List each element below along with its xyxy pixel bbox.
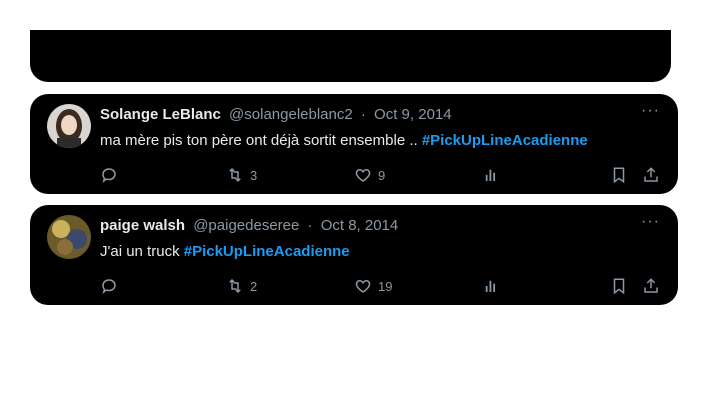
separator: · <box>307 217 313 234</box>
tweet-card[interactable]: Solange LeBlanc @solangeleblanc2 · Oct 9… <box>30 94 678 194</box>
tweet-date[interactable]: Oct 8, 2014 <box>321 217 399 234</box>
retweet-button[interactable]: 3 <box>226 166 257 184</box>
like-button[interactable]: 19 <box>354 277 392 295</box>
tweet-header: paige walsh @paigedeseree · Oct 8, 2014 <box>100 217 398 234</box>
tweet-card[interactable]: paige walsh @paigedeseree · Oct 8, 2014 … <box>30 205 678 305</box>
reply-button[interactable] <box>100 166 118 184</box>
reply-icon <box>102 279 116 294</box>
reply-button[interactable] <box>100 277 118 295</box>
tweet-body: ma mère pis ton père ont déjà sortit ens… <box>100 132 422 149</box>
like-icon <box>355 279 371 293</box>
share-button[interactable] <box>642 277 660 295</box>
views-button[interactable] <box>482 166 500 184</box>
bookmark-icon <box>613 278 625 295</box>
hashtag-link[interactable]: #PickUpLineAcadienne <box>422 132 588 149</box>
tweet-actions: 3 9 <box>100 166 660 188</box>
views-button[interactable] <box>482 277 500 295</box>
bookmark-button[interactable] <box>610 277 628 295</box>
share-icon <box>644 278 658 293</box>
like-icon <box>355 168 371 182</box>
views-icon <box>485 280 496 292</box>
tweet-actions: 2 19 <box>100 277 660 299</box>
avatar[interactable] <box>47 215 91 259</box>
share-button[interactable] <box>642 166 660 184</box>
tweet-text: ma mère pis ton père ont déjà sortit ens… <box>100 132 588 149</box>
tweet-body: J'ai un truck <box>100 243 184 260</box>
retweet-icon <box>229 278 241 294</box>
tweet-date[interactable]: Oct 9, 2014 <box>374 106 452 123</box>
tweet-text: J'ai un truck #PickUpLineAcadienne <box>100 243 350 260</box>
like-button[interactable]: 9 <box>354 166 385 184</box>
display-name[interactable]: Solange LeBlanc <box>100 106 221 123</box>
views-icon <box>485 169 496 181</box>
retweet-button[interactable]: 2 <box>226 277 257 295</box>
share-icon <box>644 167 658 182</box>
handle[interactable]: @paigedeseree <box>193 217 299 234</box>
bookmark-icon <box>613 167 625 184</box>
tweet-header: Solange LeBlanc @solangeleblanc2 · Oct 9… <box>100 106 452 123</box>
reply-icon <box>102 168 116 183</box>
display-name[interactable]: paige walsh <box>100 217 185 234</box>
separator: · <box>360 106 366 123</box>
retweet-count: 3 <box>250 167 258 183</box>
like-count: 19 <box>378 278 393 294</box>
bookmark-button[interactable] <box>610 166 628 184</box>
hashtag-link[interactable]: #PickUpLineAcadienne <box>184 243 350 260</box>
retweet-icon <box>229 167 241 183</box>
retweet-count: 2 <box>250 278 258 294</box>
previous-tweet-card <box>30 30 671 82</box>
avatar[interactable] <box>47 104 91 148</box>
handle[interactable]: @solangeleblanc2 <box>229 106 353 123</box>
like-count: 9 <box>378 167 386 183</box>
more-icon[interactable]: ··· <box>641 213 660 231</box>
more-icon[interactable]: ··· <box>641 102 660 120</box>
